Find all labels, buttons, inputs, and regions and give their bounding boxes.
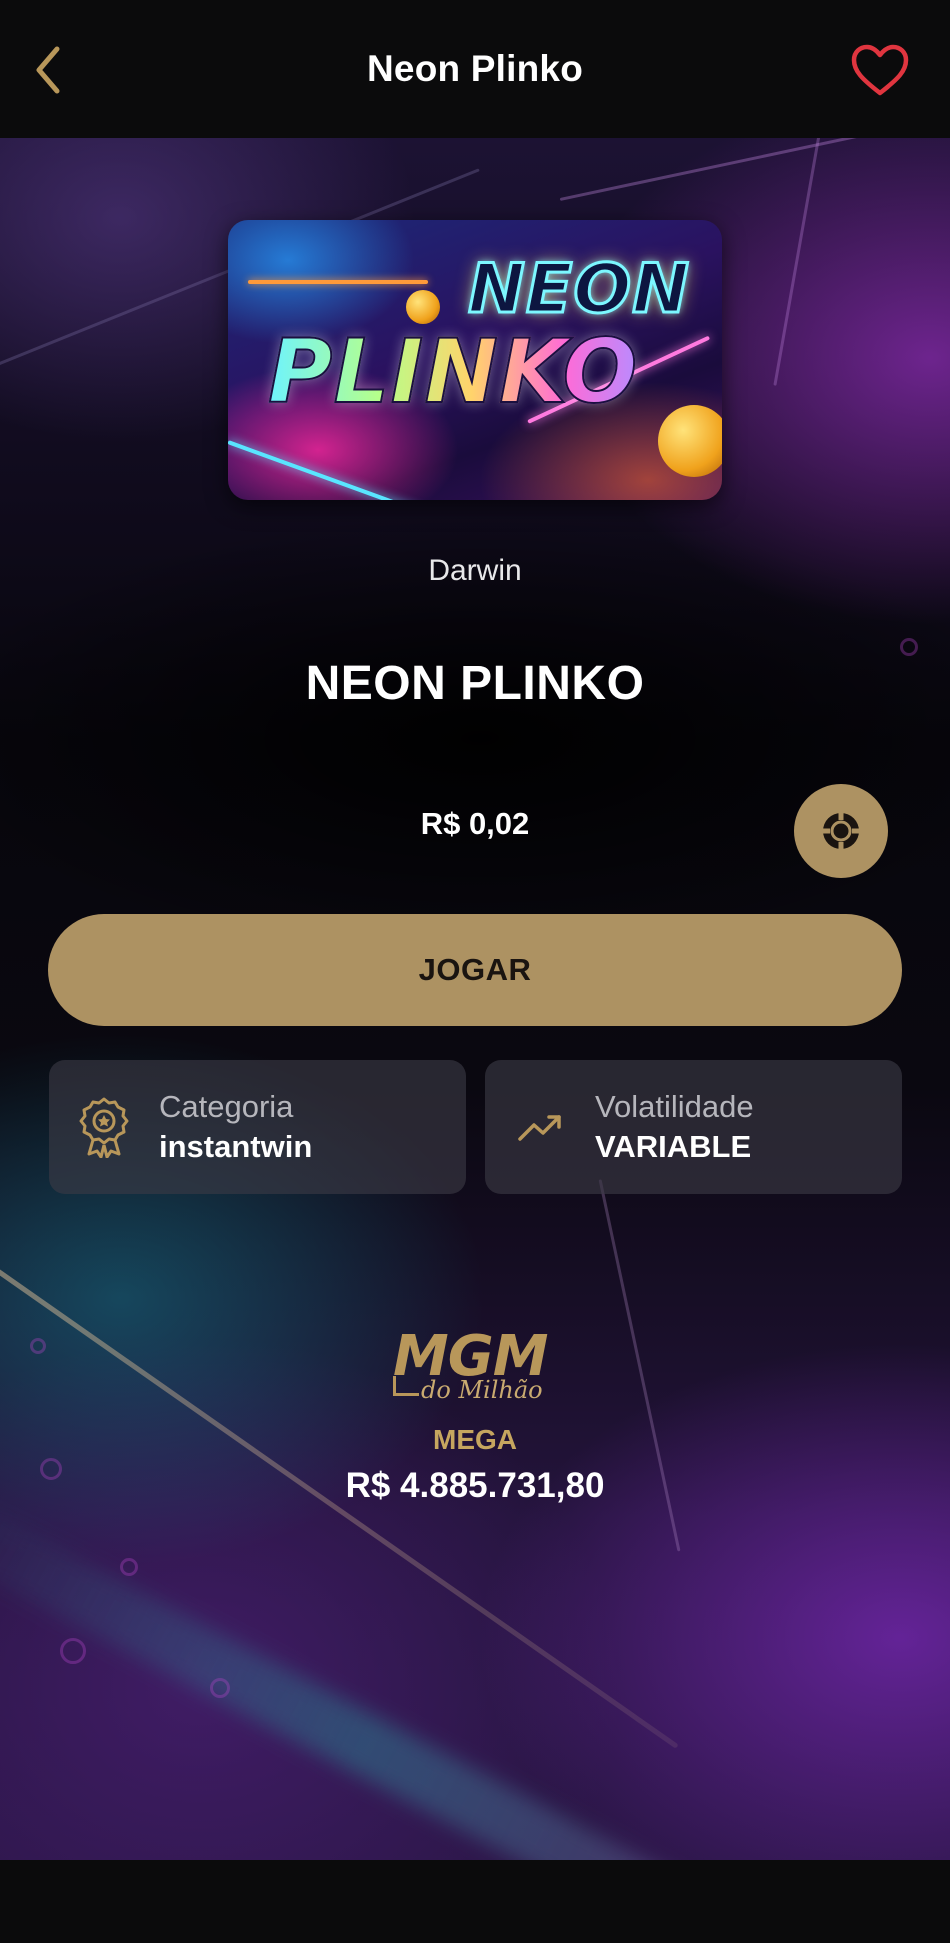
card-neon-line — [228, 440, 436, 500]
back-button[interactable] — [26, 40, 70, 100]
page-title: Neon Plinko — [367, 48, 583, 89]
light-streak — [0, 1481, 818, 1860]
category-label: Categoria — [159, 1089, 294, 1124]
favorite-button[interactable] — [848, 40, 912, 100]
volatility-card: Volatilidade VARIABLE — [485, 1060, 902, 1194]
heart-outline-icon — [851, 44, 909, 96]
decor-dot — [210, 1678, 230, 1698]
decor-dot — [60, 1638, 86, 1664]
volatility-value: VARIABLE — [595, 1129, 752, 1164]
trending-up-icon — [518, 1115, 561, 1141]
game-provider: Darwin — [428, 554, 522, 587]
coin-graphic — [406, 290, 440, 324]
light-streak — [773, 138, 822, 386]
card-neon-line — [248, 280, 428, 284]
system-navigation-bar — [0, 1860, 950, 1943]
thumbnail-title-neon: NEON — [466, 249, 691, 331]
thumbnail-title-plinko: PLINKO — [267, 319, 639, 424]
chevron-left-icon — [36, 46, 60, 94]
game-thumbnail: NEON PLINKO — [228, 220, 722, 500]
chip-button[interactable] — [794, 784, 888, 878]
jackpot-brand-logo: MGM do Milhão — [385, 1324, 565, 1408]
brand-bracket — [393, 1376, 419, 1396]
game-name: NEON PLINKO — [305, 657, 645, 710]
award-badge-icon — [79, 1097, 129, 1158]
decor-dot — [120, 1558, 138, 1576]
game-detail-background: NEON PLINKO Darwin NEON PLINKO R$ 0,02 J… — [0, 138, 950, 1860]
volatility-label: Volatilidade — [595, 1089, 754, 1124]
decor-dot — [30, 1338, 46, 1354]
poker-chip-icon — [822, 812, 860, 850]
coin-graphic — [658, 405, 722, 477]
top-app-bar: Neon Plinko — [0, 0, 950, 138]
play-button[interactable]: JOGAR — [48, 914, 902, 1026]
jackpot-brand-sub: do Milhão — [421, 1376, 543, 1404]
light-streak — [559, 138, 950, 201]
decor-dot — [900, 638, 918, 656]
jackpot-tier: MEGA — [433, 1424, 517, 1455]
jackpot-amount: R$ 4.885.731,80 — [345, 1466, 605, 1505]
category-value: instantwin — [159, 1129, 313, 1164]
category-card: Categoria instantwin — [49, 1060, 466, 1194]
